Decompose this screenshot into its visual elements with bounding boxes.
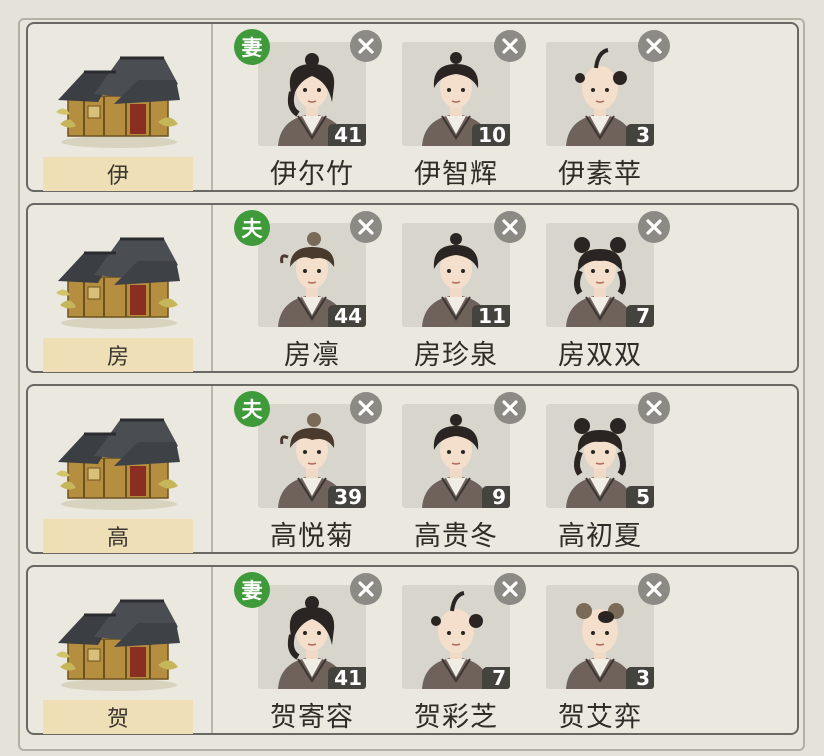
close-icon (358, 219, 374, 235)
house-panel[interactable]: 伊 (28, 24, 213, 191)
surname-label: 高 (43, 519, 193, 553)
household-row: 房 44 夫房凛 11 房珍泉 7 房双双 (26, 203, 799, 373)
close-icon (502, 400, 518, 416)
member-portrait[interactable]: 41 (258, 42, 366, 146)
age-tag: 41 (328, 124, 366, 146)
age-tag: 44 (328, 305, 366, 327)
remove-member-button[interactable] (638, 30, 670, 62)
age-tag: 7 (482, 667, 510, 689)
close-icon (502, 219, 518, 235)
house-icon (56, 418, 180, 510)
family-member-card[interactable]: 3 贺艾弈 (526, 567, 670, 733)
remove-member-button[interactable] (494, 573, 526, 605)
remove-member-button[interactable] (350, 30, 382, 62)
member-name: 高贵冬 (414, 521, 498, 552)
household-row: 高 39 夫高悦菊 9 高贵冬 5 高初夏 (26, 384, 799, 554)
house-icon-wrap (54, 406, 184, 512)
member-portrait[interactable]: 5 (546, 404, 654, 508)
close-icon (358, 38, 374, 54)
house-icon (56, 56, 180, 148)
remove-member-button[interactable] (494, 30, 526, 62)
member-name: 房凛 (284, 340, 340, 371)
member-name: 贺寄容 (270, 702, 354, 733)
remove-member-button[interactable] (638, 211, 670, 243)
member-name: 房珍泉 (414, 340, 498, 371)
family-member-card[interactable]: 44 夫房凛 (234, 205, 382, 371)
member-name: 高悦菊 (270, 521, 354, 552)
age-tag: 39 (328, 486, 366, 508)
member-name: 贺艾弈 (558, 702, 642, 733)
member-portrait[interactable]: 7 (402, 585, 510, 689)
remove-member-button[interactable] (494, 392, 526, 424)
member-name: 房双双 (558, 340, 642, 371)
family-member-card[interactable]: 7 贺彩芝 (382, 567, 526, 733)
age-tag: 10 (472, 124, 510, 146)
close-icon (646, 400, 662, 416)
house-panel[interactable]: 贺 (28, 567, 213, 734)
member-portrait[interactable]: 3 (546, 42, 654, 146)
member-portrait[interactable]: 9 (402, 404, 510, 508)
member-portrait[interactable]: 41 (258, 585, 366, 689)
remove-member-button[interactable] (350, 573, 382, 605)
close-icon (502, 581, 518, 597)
member-name: 高初夏 (558, 521, 642, 552)
surname-label: 伊 (43, 157, 193, 191)
household-row: 伊 41 妻伊尔竹 10 伊智辉 3 伊素苹 (26, 22, 799, 192)
close-icon (502, 38, 518, 54)
house-panel[interactable]: 高 (28, 386, 213, 553)
house-icon (56, 237, 180, 329)
house-icon-wrap (54, 225, 184, 331)
family-member-card[interactable]: 9 高贵冬 (382, 386, 526, 552)
family-member-card[interactable]: 7 房双双 (526, 205, 670, 371)
family-member-card[interactable]: 11 房珍泉 (382, 205, 526, 371)
age-tag: 11 (472, 305, 510, 327)
remove-member-button[interactable] (350, 392, 382, 424)
member-name: 伊素苹 (558, 159, 642, 190)
member-name: 伊尔竹 (270, 159, 354, 190)
family-member-card[interactable]: 5 高初夏 (526, 386, 670, 552)
member-portrait[interactable]: 44 (258, 223, 366, 327)
age-tag: 9 (482, 486, 510, 508)
member-name: 贺彩芝 (414, 702, 498, 733)
close-icon (358, 400, 374, 416)
member-portrait[interactable]: 39 (258, 404, 366, 508)
spouse-badge: 夫 (234, 210, 270, 246)
family-member-card[interactable]: 3 伊素苹 (526, 24, 670, 190)
member-portrait[interactable]: 11 (402, 223, 510, 327)
age-tag: 5 (626, 486, 654, 508)
family-member-card[interactable]: 39 夫高悦菊 (234, 386, 382, 552)
family-member-card[interactable]: 41 妻贺寄容 (234, 567, 382, 733)
remove-member-button[interactable] (638, 392, 670, 424)
family-member-card[interactable]: 10 伊智辉 (382, 24, 526, 190)
member-portrait[interactable]: 3 (546, 585, 654, 689)
member-name: 伊智辉 (414, 159, 498, 190)
household-row: 贺 41 妻贺寄容 7 贺彩芝 3 贺艾弈 (26, 565, 799, 735)
house-icon-wrap (54, 44, 184, 150)
age-tag: 7 (626, 305, 654, 327)
member-portrait[interactable]: 10 (402, 42, 510, 146)
surname-label: 房 (43, 338, 193, 372)
surname-label: 贺 (43, 700, 193, 734)
spouse-badge: 夫 (234, 391, 270, 427)
close-icon (646, 581, 662, 597)
house-panel[interactable]: 房 (28, 205, 213, 372)
age-tag: 41 (328, 667, 366, 689)
age-tag: 3 (626, 667, 654, 689)
close-icon (646, 38, 662, 54)
remove-member-button[interactable] (350, 211, 382, 243)
house-icon (56, 599, 180, 691)
remove-member-button[interactable] (494, 211, 526, 243)
member-portrait[interactable]: 7 (546, 223, 654, 327)
family-member-card[interactable]: 41 妻伊尔竹 (234, 24, 382, 190)
house-icon-wrap (54, 587, 184, 693)
close-icon (358, 581, 374, 597)
age-tag: 3 (626, 124, 654, 146)
spouse-badge: 妻 (234, 572, 270, 608)
close-icon (646, 219, 662, 235)
remove-member-button[interactable] (638, 573, 670, 605)
spouse-badge: 妻 (234, 29, 270, 65)
